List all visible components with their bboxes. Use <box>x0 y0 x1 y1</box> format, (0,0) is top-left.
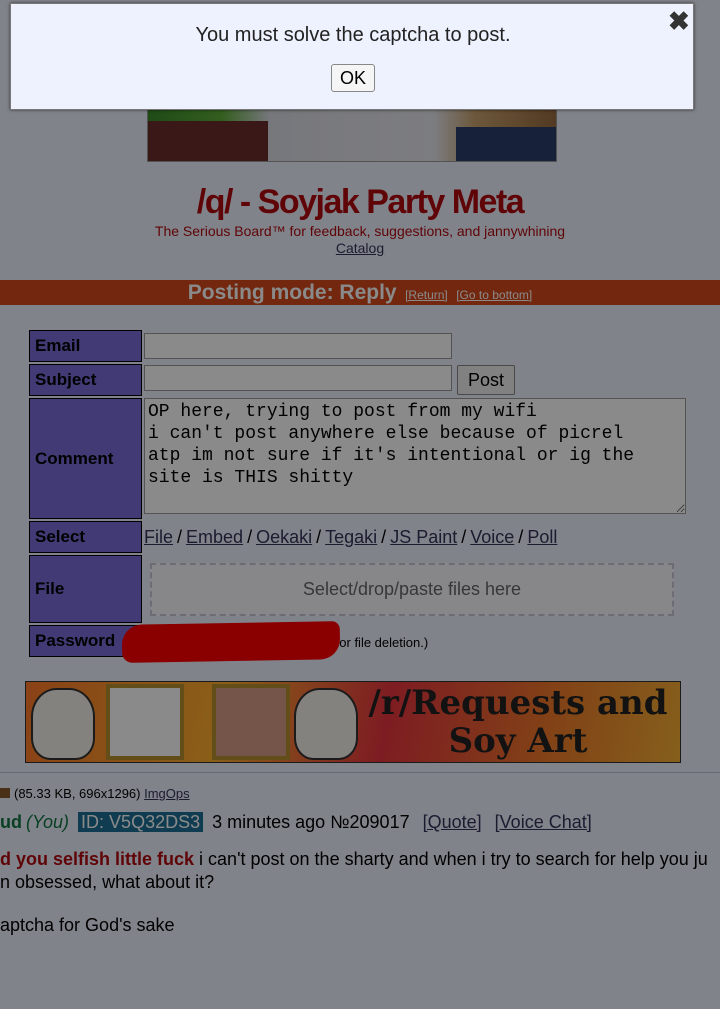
ok-button[interactable]: OK <box>331 64 375 92</box>
alert-message: You must solve the captcha to post. <box>195 24 511 46</box>
modal-overlay[interactable] <box>0 0 720 1009</box>
close-icon[interactable]: ✖ <box>668 8 690 34</box>
captcha-alert-dialog: You must solve the captcha to post. OK ✖ <box>10 3 694 110</box>
